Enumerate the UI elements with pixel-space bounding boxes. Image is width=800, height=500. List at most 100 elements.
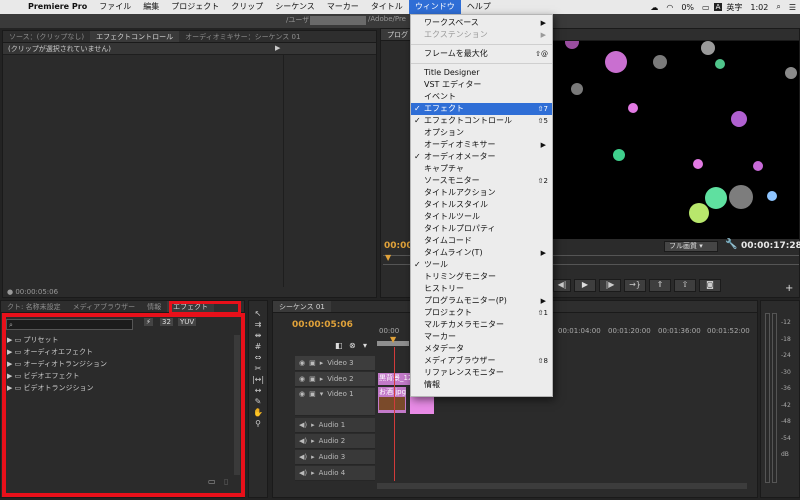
- audio-track[interactable]: ◀) ▸ Audio 4: [295, 466, 375, 481]
- tab-sequence[interactable]: シーケンス 01: [273, 301, 331, 312]
- menu-item[interactable]: タイムコード: [411, 235, 552, 247]
- menu-item[interactable]: Title Designer: [411, 67, 552, 79]
- menu-marker[interactable]: マーカー: [321, 0, 365, 14]
- search-icon[interactable]: ⌕: [772, 2, 784, 12]
- input-source-label[interactable]: 英字: [722, 2, 746, 13]
- menu-item[interactable]: ワークスペース ▶: [411, 17, 552, 29]
- cloud-icon[interactable]: ☁: [646, 3, 662, 12]
- 32bit-effects-icon[interactable]: 32: [160, 318, 173, 326]
- expand-icon[interactable]: ▸: [311, 469, 315, 477]
- menu-title[interactable]: タイトル: [365, 0, 409, 14]
- ripple-edit-tool-icon[interactable]: ⇹: [255, 331, 262, 340]
- menu-item[interactable]: ソースモニター ⇧2: [411, 175, 552, 187]
- video-track[interactable]: ◉ ▣ ▾ Video 1: [295, 388, 375, 416]
- expand-icon[interactable]: ▸: [311, 421, 315, 429]
- expand-icon[interactable]: ▸: [320, 359, 324, 367]
- menu-item[interactable]: トリミングモニター: [411, 271, 552, 283]
- eye-icon[interactable]: ◉: [299, 375, 305, 383]
- menu-item[interactable]: イベント: [411, 91, 552, 103]
- eye-icon[interactable]: ◉: [299, 359, 305, 367]
- video-track[interactable]: ◉ ▣ ▸ Video 3: [295, 356, 375, 371]
- menu-edit[interactable]: 編集: [137, 0, 165, 14]
- menu-item[interactable]: ✓ エフェクト ⇧7: [411, 103, 552, 115]
- tab-info[interactable]: 情報: [141, 301, 167, 312]
- menu-item[interactable]: ヒストリー: [411, 283, 552, 295]
- playhead-icon[interactable]: ▼: [385, 253, 391, 262]
- expand-icon[interactable]: ▾: [320, 390, 324, 398]
- add-button-icon[interactable]: +: [785, 283, 793, 294]
- menu-item[interactable]: タイムライン(T) ▶: [411, 247, 552, 259]
- step-forward-icon[interactable]: |▶: [599, 279, 621, 292]
- slip-tool-icon[interactable]: |↔|: [252, 375, 264, 384]
- tab-effect-controls[interactable]: エフェクトコントロール: [90, 31, 180, 42]
- tab-audio-mixer[interactable]: オーディオミキサー：シーケンス 01: [179, 31, 306, 42]
- menu-item[interactable]: ✓ ツール: [411, 259, 552, 271]
- wrench-icon[interactable]: 🔧: [725, 239, 737, 250]
- effects-scrollbar[interactable]: [234, 335, 240, 475]
- video-track[interactable]: ◉ ▣ ▸ Video 2: [295, 372, 375, 387]
- menu-item[interactable]: マルチカメラモニター: [411, 319, 552, 331]
- menu-item[interactable]: マーカー: [411, 331, 552, 343]
- razor-tool-icon[interactable]: ✂: [255, 364, 262, 373]
- timeline-hscroll[interactable]: [377, 483, 747, 489]
- menu-item[interactable]: タイトルツール: [411, 211, 552, 223]
- tree-item-video-transitions[interactable]: ▶ ▭ ビデオトランジション: [7, 383, 227, 395]
- menu-item[interactable]: フレームを最大化 ⇧@: [411, 48, 552, 60]
- clip[interactable]: [410, 397, 434, 414]
- menu-sequence[interactable]: シーケンス: [269, 0, 321, 14]
- eye-icon[interactable]: ◉: [299, 390, 305, 398]
- menu-item[interactable]: メタデータ: [411, 343, 552, 355]
- expand-icon[interactable]: ▸: [311, 453, 315, 461]
- rate-stretch-tool-icon[interactable]: ⇔: [255, 353, 262, 362]
- menu-item[interactable]: ✓ オーディオメーター: [411, 151, 552, 163]
- menu-item[interactable]: VST エディター: [411, 79, 552, 91]
- go-to-out-icon[interactable]: →}: [624, 279, 646, 292]
- speaker-icon[interactable]: ◀): [299, 421, 307, 429]
- playhead-icon[interactable]: ▼: [390, 335, 396, 344]
- input-indicator[interactable]: A: [713, 3, 723, 11]
- menu-item[interactable]: メディアブラウザー ⇧8: [411, 355, 552, 367]
- export-frame-icon[interactable]: ◙: [699, 279, 721, 292]
- apple-menu-icon[interactable]: [0, 0, 22, 14]
- extract-icon[interactable]: ⇧: [674, 279, 696, 292]
- menu-item[interactable]: オーディオミキサー ▶: [411, 139, 552, 151]
- zoom-tool-icon[interactable]: ⚲: [255, 419, 261, 428]
- battery-icon[interactable]: ▭: [698, 3, 714, 12]
- lock-icon[interactable]: ▣: [309, 375, 316, 383]
- app-menu[interactable]: Premiere Pro: [22, 0, 93, 14]
- tab-source[interactable]: ソース：(クリップなし): [3, 31, 90, 42]
- slide-tool-icon[interactable]: ↔: [255, 386, 262, 395]
- menu-item[interactable]: タイトルスタイル: [411, 199, 552, 211]
- clip[interactable]: 黒背景_12: [378, 373, 412, 385]
- effects-search-input[interactable]: ⌕: [6, 319, 133, 330]
- wifi-icon[interactable]: ◠: [662, 3, 677, 12]
- menu-item[interactable]: タイトルプロパティ: [411, 223, 552, 235]
- menu-item[interactable]: 情報: [411, 379, 552, 391]
- list-icon[interactable]: ☰: [785, 3, 800, 12]
- expand-icon[interactable]: ▸: [320, 375, 324, 383]
- audio-track[interactable]: ◀) ▸ Audio 2: [295, 434, 375, 449]
- tree-item-presets[interactable]: ▶ ▭ プリセット: [7, 335, 227, 347]
- add-marker-icon[interactable]: ▾: [363, 341, 367, 350]
- lock-icon[interactable]: ▣: [309, 390, 316, 398]
- tree-item-audio-effects[interactable]: ▶ ▭ オーディオエフェクト: [7, 347, 227, 359]
- accelerated-effects-icon[interactable]: ⚡: [144, 318, 153, 326]
- tab-project[interactable]: クト: 名称未設定: [1, 301, 67, 312]
- rolling-edit-tool-icon[interactable]: #: [255, 342, 262, 351]
- clip[interactable]: お酒.jpg: [378, 387, 406, 413]
- pen-tool-icon[interactable]: ✎: [255, 397, 262, 406]
- audio-track[interactable]: ◀) ▸ Audio 1: [295, 418, 375, 433]
- panel-expand-icon[interactable]: ▶: [275, 44, 280, 52]
- menu-item[interactable]: プログラムモニター(P) ▶: [411, 295, 552, 307]
- menu-item[interactable]: キャプチャ: [411, 163, 552, 175]
- yuv-effects-icon[interactable]: YUV: [178, 318, 197, 326]
- tree-item-video-effects[interactable]: ▶ ▭ ビデオエフェクト: [7, 371, 227, 383]
- menu-item[interactable]: オプション: [411, 127, 552, 139]
- hand-tool-icon[interactable]: ✋: [253, 408, 263, 417]
- tree-item-audio-transitions[interactable]: ▶ ▭ オーディオトランジション: [7, 359, 227, 371]
- speaker-icon[interactable]: ◀): [299, 437, 307, 445]
- menu-project[interactable]: プロジェクト: [165, 0, 225, 14]
- speaker-icon[interactable]: ◀): [299, 453, 307, 461]
- menu-item[interactable]: リファレンスモニター: [411, 367, 552, 379]
- snap-icon[interactable]: ◧: [335, 341, 343, 350]
